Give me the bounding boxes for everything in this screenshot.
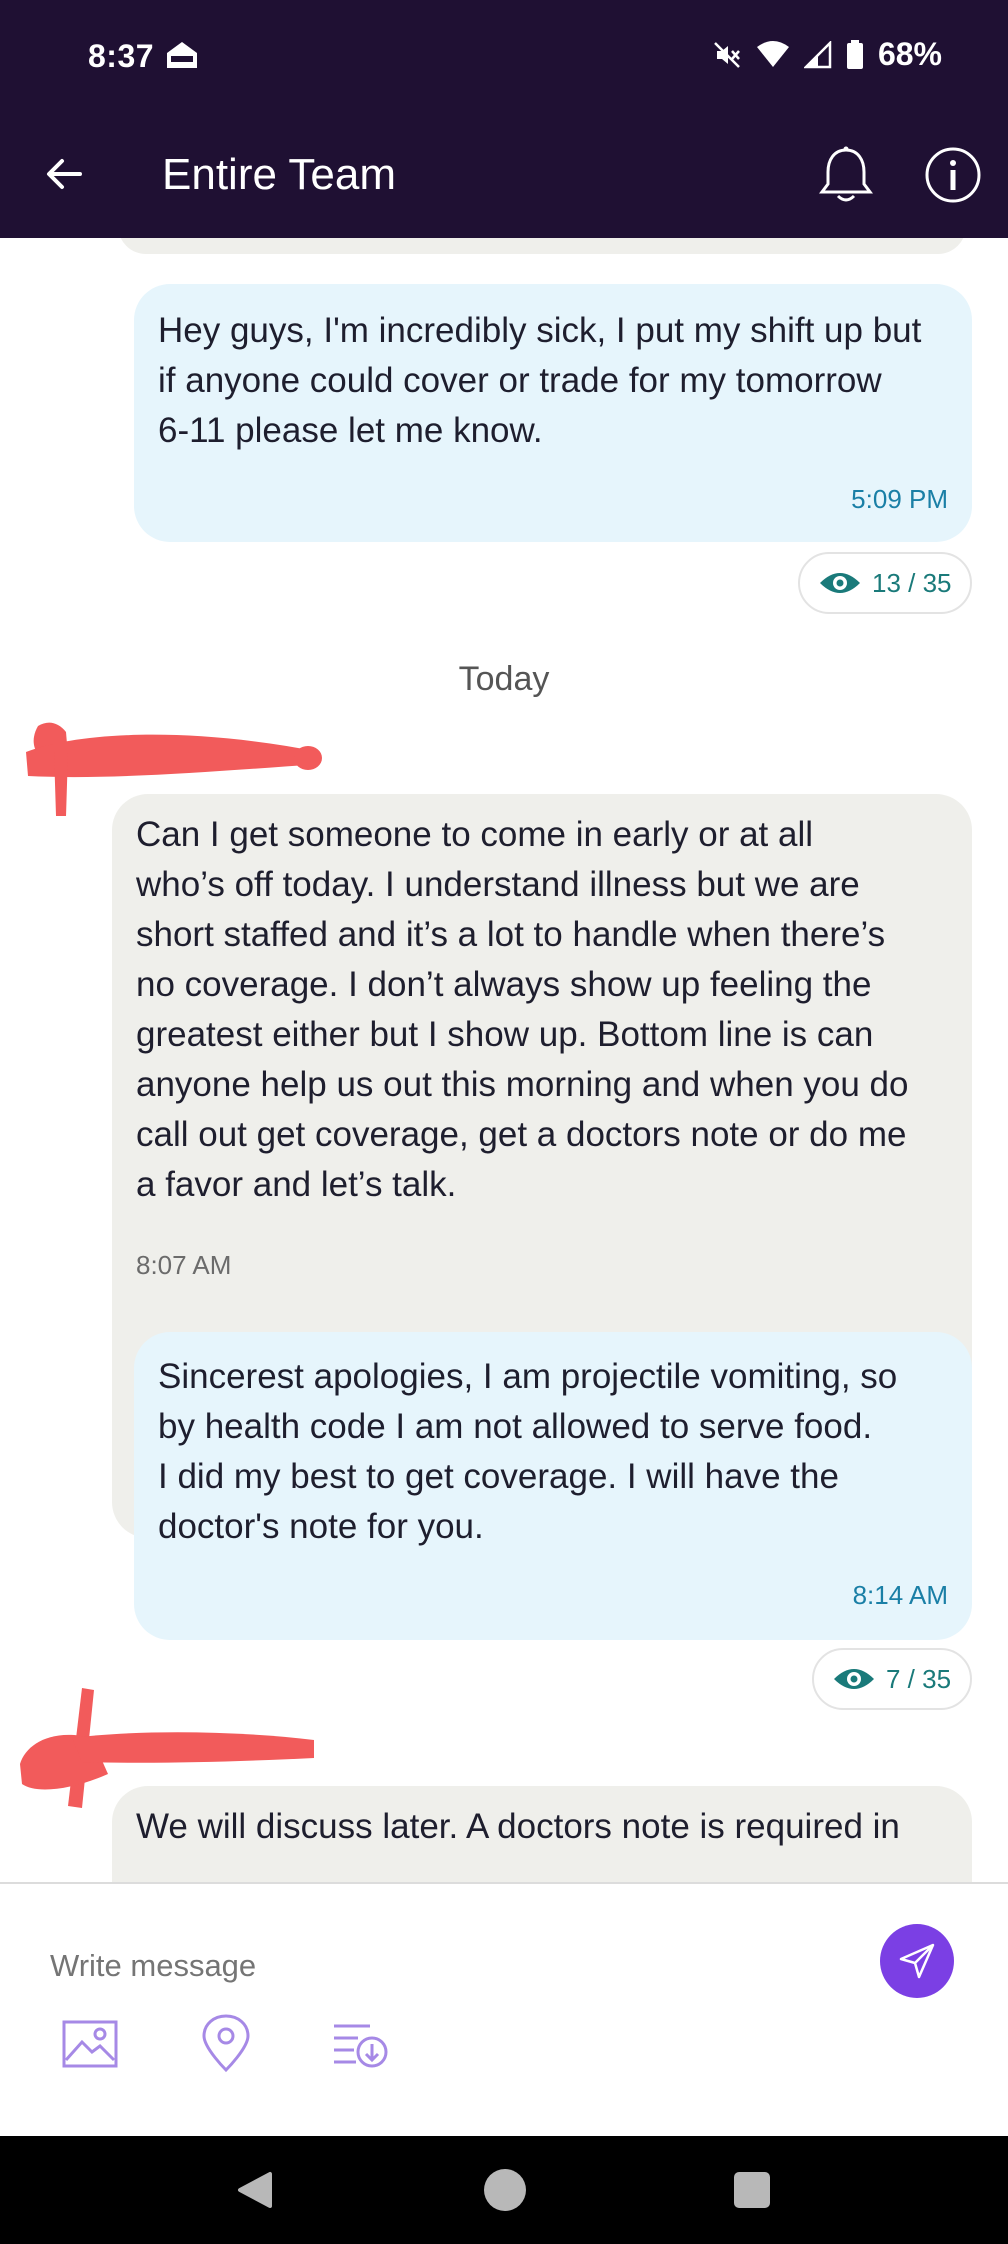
send-button[interactable]: [880, 1924, 954, 1998]
message-time: 8:14 AM: [852, 1580, 948, 1610]
message-line: a favor and let’s talk.: [136, 1165, 457, 1204]
signal-icon: [803, 40, 832, 68]
top-bar: 8:37 68% Entire Team: [0, 0, 1008, 238]
message-line: doctor's note for you.: [158, 1507, 484, 1546]
eye-icon: [834, 1669, 874, 1689]
location-pin-icon[interactable]: [196, 2014, 256, 2074]
image-icon[interactable]: [60, 2014, 120, 2074]
seen-count: 7 / 35: [886, 1663, 952, 1694]
previous-message-bubble: [118, 238, 966, 254]
eye-icon: [820, 573, 860, 593]
battery-percent: 68%: [877, 36, 942, 72]
page-title: Entire Team: [162, 150, 396, 199]
message-composer: [0, 1882, 1008, 2136]
system-nav-bar: [0, 2136, 1008, 2244]
message-time: 8:07 AM: [136, 1250, 232, 1280]
their-message-bubble[interactable]: We will discuss later. A doctors note is…: [112, 1786, 972, 1882]
seen-count: 13 / 35: [872, 567, 952, 598]
seen-count-badge[interactable]: 13 / 35: [798, 552, 972, 614]
message-line: Can I get someone to come in early or at…: [136, 815, 814, 854]
nav-home-icon[interactable]: [484, 2169, 526, 2211]
chat-screen: 8:37 68% Entire Team Hey guys, I'm incre…: [0, 0, 1008, 2244]
message-input[interactable]: [50, 1944, 830, 1988]
seen-count-badge[interactable]: 7 / 35: [812, 1648, 972, 1710]
message-line: Hey guys, I'm incredibly sick, I put my …: [158, 311, 922, 350]
send-icon: [899, 1943, 935, 1979]
message-line: 6-11 please let me know.: [158, 411, 543, 450]
message-list[interactable]: Hey guys, I'm incredibly sick, I put my …: [0, 238, 1008, 1882]
list-download-icon[interactable]: [330, 2014, 390, 2074]
status-icons: 68%: [712, 36, 942, 73]
message-line: if anyone could cover or trade for my to…: [158, 361, 882, 400]
message-line: anyone help us out this morning and when…: [136, 1065, 909, 1104]
nav-back-icon[interactable]: [236, 2170, 274, 2210]
wifi-icon: [756, 40, 789, 67]
message-line: by health code I am not allowed to serve…: [158, 1407, 873, 1446]
message-line: greatest either but I show up. Bottom li…: [136, 1015, 874, 1054]
my-message-bubble[interactable]: Hey guys, I'm incredibly sick, I put my …: [134, 284, 972, 542]
message-line: short staffed and it’s a lot to handle w…: [136, 915, 886, 954]
mute-icon: [714, 41, 740, 68]
their-message-bubble[interactable]: Can I get someone to come in early or at…: [112, 794, 972, 1146]
bell-icon[interactable]: [816, 144, 876, 206]
back-arrow-icon[interactable]: [40, 150, 88, 198]
message-line: no coverage. I don’t always show up feel…: [136, 965, 872, 1004]
info-icon[interactable]: [924, 146, 982, 204]
battery-icon: [846, 39, 863, 69]
message-time: 5:09 PM: [851, 484, 948, 514]
nav-recents-icon[interactable]: [734, 2172, 770, 2208]
message-line: who’s off today. I understand illness bu…: [136, 865, 860, 904]
message-line: call out get coverage, get a doctors not…: [136, 1115, 907, 1154]
message-line: I did my best to get coverage. I will ha…: [158, 1457, 839, 1496]
message-line: Sincerest apologies, I am projectile vom…: [158, 1357, 898, 1396]
message-line: We will discuss later. A doctors note is…: [136, 1807, 900, 1846]
roku-icon: [167, 42, 197, 68]
status-time: 8:37: [88, 38, 155, 74]
my-message-bubble[interactable]: Sincerest apologies, I am projectile vom…: [134, 1332, 972, 1640]
